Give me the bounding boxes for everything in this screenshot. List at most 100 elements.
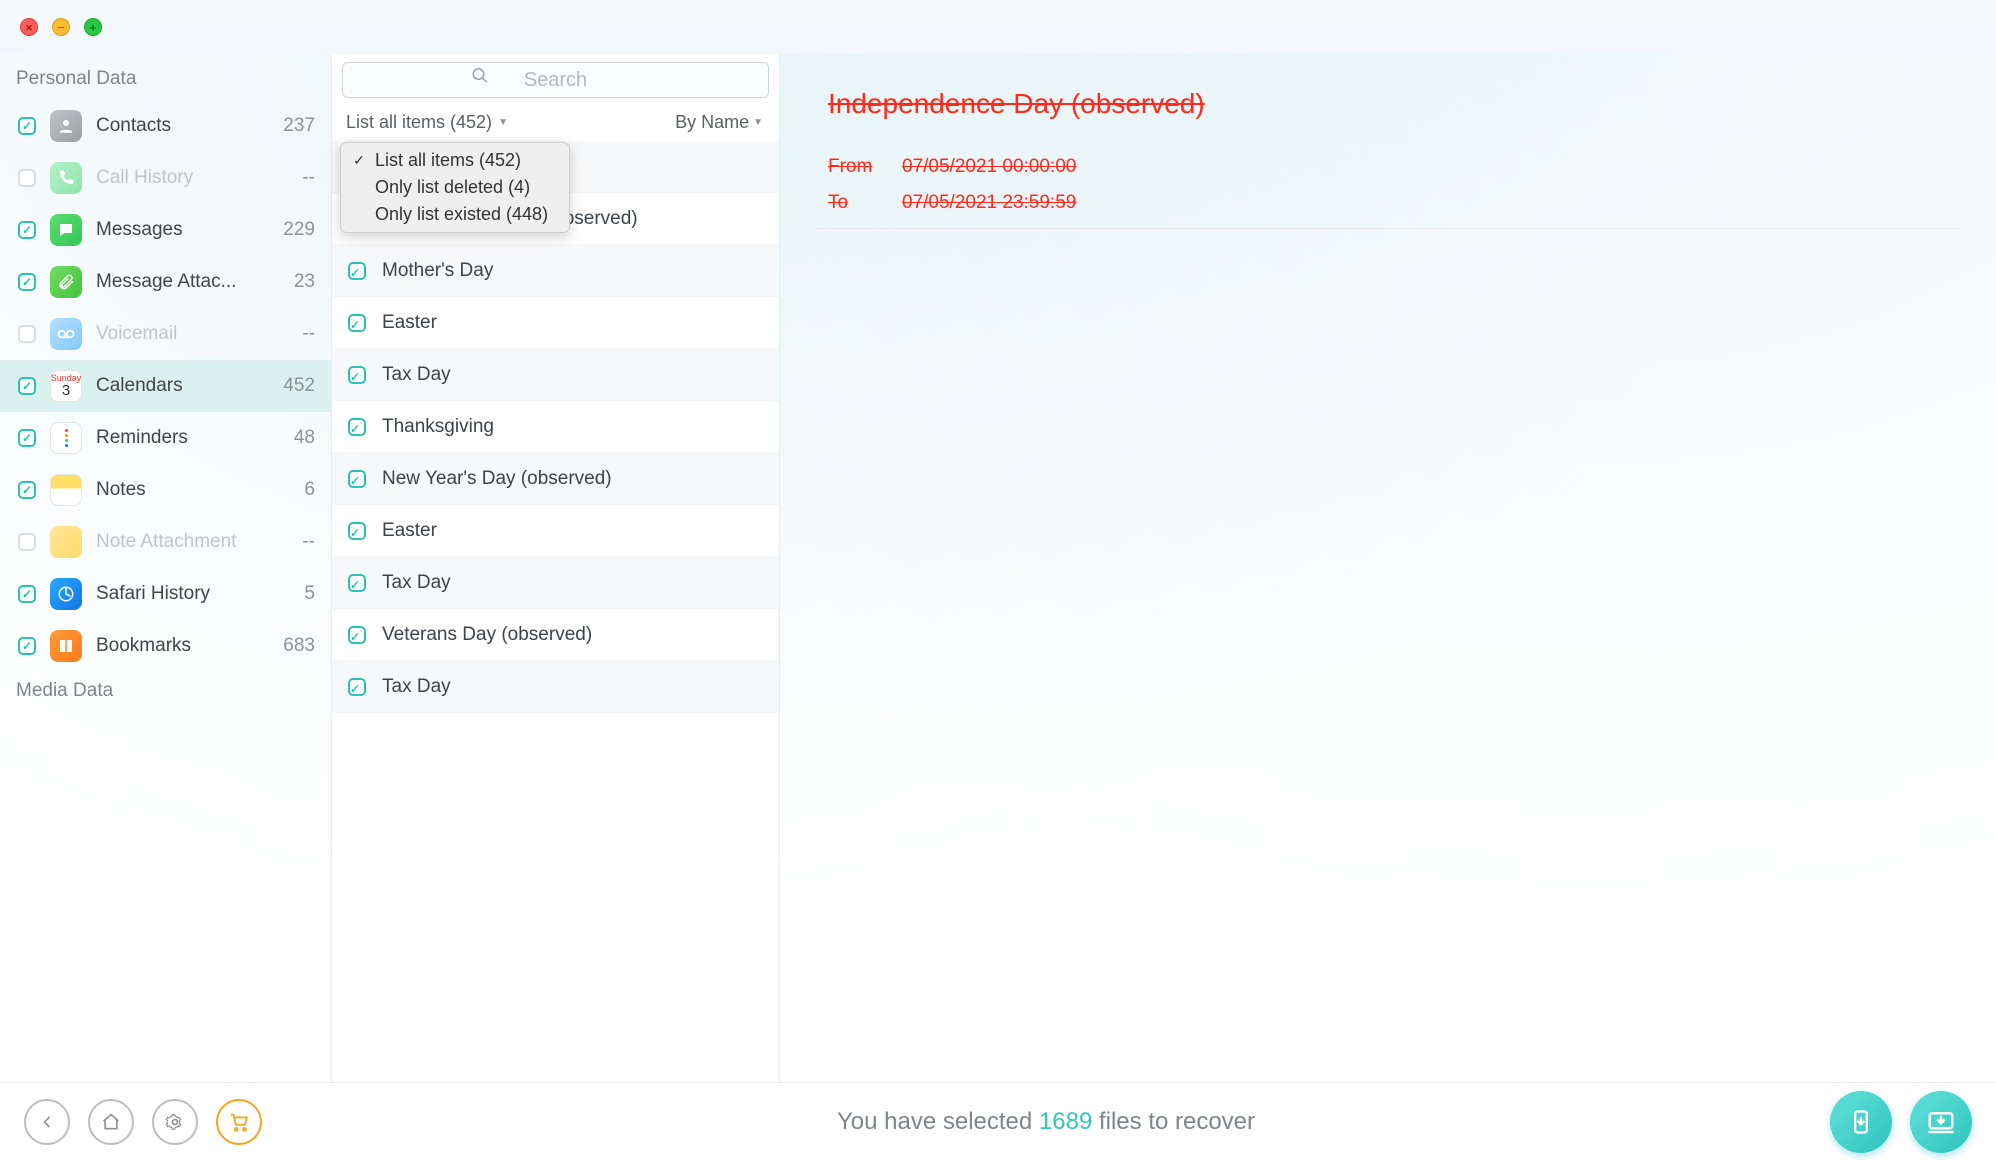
titlebar	[0, 0, 1996, 54]
list-row[interactable]: Easter	[332, 297, 779, 349]
sidebar-checkbox[interactable]	[18, 273, 36, 291]
reminders-icon	[50, 422, 82, 454]
list-row[interactable]: Mother's Day	[332, 245, 779, 297]
attachment-icon	[50, 266, 82, 298]
sidebar-checkbox	[18, 533, 36, 551]
item-label: Tax Day	[382, 676, 451, 698]
sidebar-item-vm: Voicemail--	[0, 308, 331, 360]
list-row[interactable]: Thanksgiving	[332, 401, 779, 453]
contacts-icon	[50, 110, 82, 142]
item-list[interactable]: Election DayIndependence Day (observed)M…	[332, 141, 779, 1082]
item-checkbox[interactable]	[348, 262, 366, 280]
item-checkbox[interactable]	[348, 366, 366, 384]
main-area: Personal Data Contacts237Call History--M…	[0, 54, 1996, 1082]
sidebar-item-count: 237	[283, 115, 315, 137]
sidebar-item-cal[interactable]: Sunday3Calendars452	[0, 360, 331, 412]
cart-button[interactable]	[216, 1099, 262, 1145]
sidebar-checkbox[interactable]	[18, 429, 36, 447]
sidebar-checkbox	[18, 169, 36, 187]
item-label: Tax Day	[382, 364, 451, 386]
status-text: You have selected 1689 files to recover	[280, 1108, 1812, 1136]
detail-divider	[816, 228, 1960, 229]
item-checkbox[interactable]	[348, 574, 366, 592]
sidebar: Personal Data Contacts237Call History--M…	[0, 54, 332, 1082]
sidebar-checkbox[interactable]	[18, 481, 36, 499]
recover-to-computer-button[interactable]	[1910, 1091, 1972, 1153]
sidebar-item-label: Notes	[96, 479, 290, 501]
back-button[interactable]	[24, 1099, 70, 1145]
filter-dropdown-trigger[interactable]: List all items (452) ▼	[346, 112, 508, 133]
sidebar-item-book[interactable]: Bookmarks683	[0, 620, 331, 672]
sidebar-item-noteatt: Note Attachment--	[0, 516, 331, 568]
item-checkbox[interactable]	[348, 678, 366, 696]
detail-to-label: To	[828, 192, 902, 214]
search-icon	[471, 67, 489, 90]
detail-pane: Independence Day (observed) From 07/05/2…	[780, 54, 1996, 1082]
recover-to-device-button[interactable]	[1830, 1091, 1892, 1153]
sidebar-checkbox[interactable]	[18, 117, 36, 135]
item-label: Easter	[382, 312, 437, 334]
chevron-down-icon: ▼	[498, 117, 508, 128]
sidebar-item-count: --	[302, 531, 315, 553]
sidebar-checkbox[interactable]	[18, 377, 36, 395]
window-close-button[interactable]	[20, 18, 38, 36]
sidebar-item-msgatt[interactable]: Message Attac...23	[0, 256, 331, 308]
window-minimize-button[interactable]	[52, 18, 70, 36]
detail-from-row: From 07/05/2021 00:00:00	[828, 156, 1960, 178]
sidebar-item-label: Safari History	[96, 583, 290, 605]
filter-option-label: List all items (452)	[375, 150, 521, 171]
item-checkbox[interactable]	[348, 522, 366, 540]
list-row[interactable]: Tax Day	[332, 661, 779, 713]
list-row[interactable]: Easter	[332, 505, 779, 557]
sidebar-item-rem[interactable]: Reminders 48	[0, 412, 331, 464]
sort-dropdown-trigger[interactable]: By Name ▼	[675, 112, 763, 133]
item-checkbox[interactable]	[348, 314, 366, 332]
detail-from-value: 07/05/2021 00:00:00	[902, 156, 1076, 178]
item-column: List all items (452) ▼ By Name ▼ ✓List a…	[332, 54, 780, 1082]
search-input[interactable]	[342, 62, 769, 98]
sidebar-checkbox	[18, 325, 36, 343]
status-count: 1689	[1039, 1108, 1092, 1135]
sidebar-item-count: 48	[294, 427, 315, 449]
item-checkbox[interactable]	[348, 626, 366, 644]
sidebar-item-label: Calendars	[96, 375, 269, 397]
list-row[interactable]: Veterans Day (observed)	[332, 609, 779, 661]
list-row[interactable]: Tax Day	[332, 557, 779, 609]
notes-icon	[50, 474, 82, 506]
sidebar-checkbox[interactable]	[18, 221, 36, 239]
settings-button[interactable]	[152, 1099, 198, 1145]
sidebar-section-media: Media Data	[0, 672, 331, 712]
sidebar-item-label: Call History	[96, 167, 288, 189]
sidebar-checkbox[interactable]	[18, 585, 36, 603]
messages-icon	[50, 214, 82, 246]
item-label: Thanksgiving	[382, 416, 494, 438]
filter-option[interactable]: Only list existed (448)	[341, 201, 569, 228]
list-row[interactable]: Tax Day	[332, 349, 779, 401]
sidebar-item-count: --	[302, 323, 315, 345]
item-checkbox[interactable]	[348, 470, 366, 488]
detail-to-value: 07/05/2021 23:59:59	[902, 192, 1076, 214]
status-pre: You have selected	[837, 1108, 1039, 1135]
sidebar-item-contacts[interactable]: Contacts237	[0, 100, 331, 152]
safari-icon	[50, 578, 82, 610]
item-label: Easter	[382, 520, 437, 542]
filter-dropdown[interactable]: ✓List all items (452) Only list deleted (…	[340, 142, 570, 233]
list-row[interactable]: New Year's Day (observed)	[332, 453, 779, 505]
home-button[interactable]	[88, 1099, 134, 1145]
sidebar-item-label: Reminders	[96, 427, 280, 449]
status-post: files to recover	[1092, 1108, 1255, 1135]
item-checkbox[interactable]	[348, 418, 366, 436]
sidebar-item-msg[interactable]: Messages229	[0, 204, 331, 256]
sidebar-item-count: 23	[294, 271, 315, 293]
filter-option-label: Only list deleted (4)	[375, 177, 530, 198]
sidebar-item-count: 452	[283, 375, 315, 397]
sidebar-checkbox[interactable]	[18, 637, 36, 655]
bookmarks-icon	[50, 630, 82, 662]
detail-from-label: From	[828, 156, 902, 178]
sidebar-item-safari[interactable]: Safari History5	[0, 568, 331, 620]
sort-current-label: By Name	[675, 112, 749, 133]
sidebar-item-notes[interactable]: Notes6	[0, 464, 331, 516]
filter-option[interactable]: ✓List all items (452)	[341, 147, 569, 174]
filter-option[interactable]: Only list deleted (4)	[341, 174, 569, 201]
window-zoom-button[interactable]	[84, 18, 102, 36]
